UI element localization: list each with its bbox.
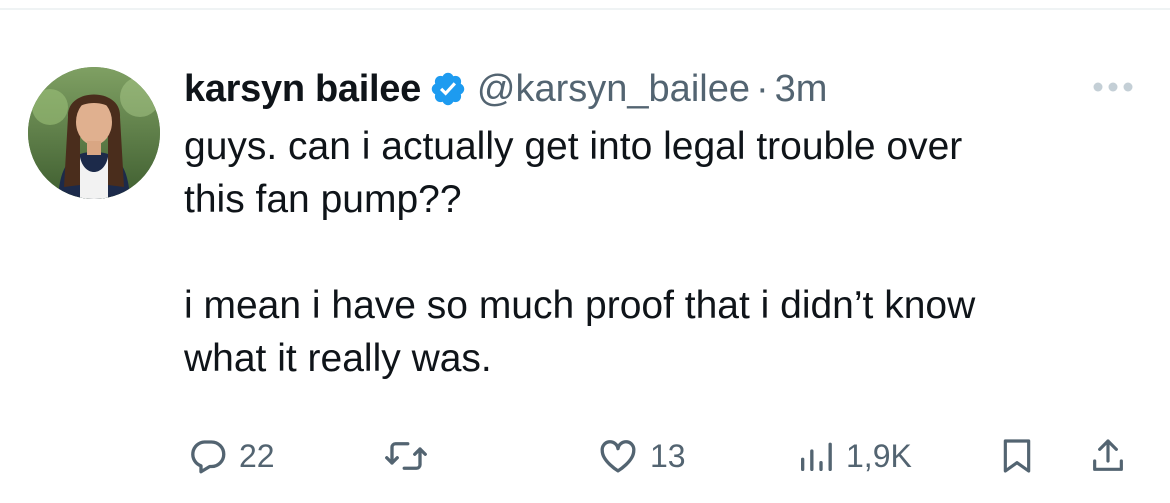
user-handle[interactable]: @karsyn_bailee: [477, 68, 750, 111]
views-count: 1,9K: [846, 437, 912, 474]
avatar[interactable]: [28, 67, 160, 199]
verified-badge-icon[interactable]: [429, 70, 467, 108]
like-count: 13: [650, 437, 686, 474]
tweet-header: karsyn bailee @karsyn_bailee · 3m: [184, 64, 827, 114]
reply-button[interactable]: 22: [187, 430, 275, 482]
divider: [0, 8, 1170, 10]
views-button[interactable]: 1,9K: [796, 430, 912, 482]
bookmark-icon: [997, 434, 1037, 478]
tweet-text: guys. can i actually get into legal trou…: [184, 125, 976, 380]
separator-dot: ·: [755, 67, 769, 110]
more-horizontal-icon[interactable]: [1090, 74, 1136, 100]
reply-icon: [187, 435, 229, 477]
retweet-button[interactable]: [383, 430, 429, 482]
action-bar: 22 13 1,9K: [0, 430, 1170, 482]
tweet-card: karsyn bailee @karsyn_bailee · 3m guys. …: [0, 0, 1170, 503]
timestamp[interactable]: 3m: [775, 68, 828, 111]
display-name[interactable]: karsyn bailee: [184, 68, 421, 111]
bookmark-button[interactable]: [997, 430, 1037, 482]
views-chart-icon: [796, 435, 836, 477]
share-icon: [1088, 434, 1128, 478]
retweet-icon: [383, 435, 429, 477]
like-button[interactable]: 13: [596, 430, 686, 482]
heart-icon: [596, 435, 640, 477]
reply-count: 22: [239, 437, 275, 474]
share-button[interactable]: [1088, 430, 1128, 482]
